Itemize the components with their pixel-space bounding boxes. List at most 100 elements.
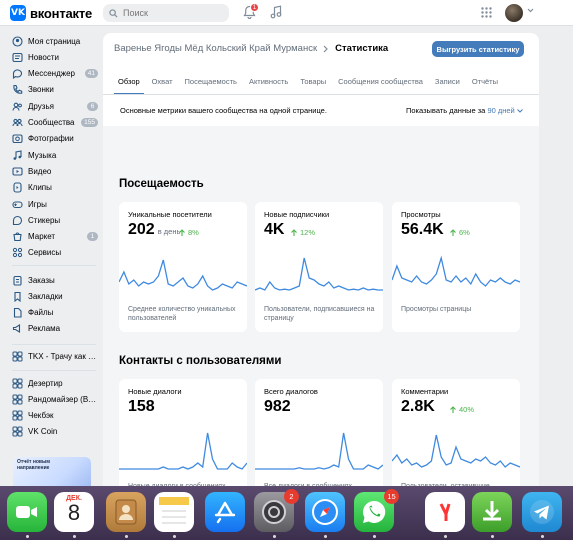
music-icon[interactable] xyxy=(270,5,282,19)
metric-title: Новые диалоги xyxy=(128,387,182,396)
sidebar-item-clips[interactable]: Клипы xyxy=(12,180,98,196)
tab-7[interactable]: Записи xyxy=(431,69,464,95)
search-icon xyxy=(109,8,118,18)
facetime-icon[interactable] xyxy=(7,492,47,532)
metric-change: 6% xyxy=(450,228,470,237)
calendar-day: 8 xyxy=(67,500,81,525)
sidebar-item-stickers[interactable]: Стикеры xyxy=(12,212,98,228)
sidebar-item-orders[interactable]: Заказы xyxy=(12,272,98,288)
metric-card[interactable]: Уникальные посетители 202 в день 8% Среднее … xyxy=(119,202,247,332)
sparkline-line xyxy=(255,432,383,470)
sidebar-item-phone[interactable]: Звонки xyxy=(12,82,98,98)
metric-change: 40% xyxy=(450,405,474,414)
safari-icon[interactable] xyxy=(305,492,345,532)
sidebar-item-label: Реклама xyxy=(28,324,61,334)
tab-6[interactable]: Сообщения сообщества xyxy=(334,69,427,95)
search-box[interactable] xyxy=(103,4,229,22)
sidebar-item-user-circle[interactable]: Моя страница xyxy=(12,33,98,49)
sidebar-item-app[interactable]: Чекбэк xyxy=(12,408,98,424)
sidebar-item-app[interactable]: TKX - Трачу как … xyxy=(12,348,98,364)
sidebar-item-ads[interactable]: Реклама xyxy=(12,321,98,337)
message-icon xyxy=(12,68,23,80)
top-bar: VK вконтакте 1 xyxy=(0,0,573,26)
sidebar-item-label: Клипы xyxy=(28,183,52,193)
tab-5[interactable]: Товары xyxy=(296,69,330,95)
running-indicator xyxy=(173,535,176,538)
metric-title: Уникальные посетители xyxy=(128,210,212,219)
sidebar-item-photo[interactable]: Фотографии xyxy=(12,131,98,147)
period-value[interactable]: 90 дней xyxy=(487,106,514,115)
divider xyxy=(12,370,96,371)
contacts-icon[interactable] xyxy=(106,492,146,532)
running-indicator xyxy=(444,535,447,538)
avatar[interactable] xyxy=(505,4,523,22)
tab-4[interactable]: Активность xyxy=(245,69,292,95)
metric-card[interactable]: Просмотры 56.4K 6% Просмотры страницы xyxy=(392,202,520,332)
metric-number: 2.8K xyxy=(401,398,435,415)
notification-badge: 1 xyxy=(250,3,259,12)
tab-1[interactable]: Обзор xyxy=(114,69,144,95)
orders-icon xyxy=(12,275,23,286)
sparkline-line xyxy=(255,257,383,291)
export-statistics-button[interactable]: Выгрузить статистику xyxy=(432,41,524,57)
sidebar-item-app[interactable]: Дезертир xyxy=(12,375,98,391)
torrent-icon[interactable] xyxy=(472,492,512,532)
sidebar-item-friends[interactable]: Друзья 6 xyxy=(12,98,98,114)
section-title: Контакты с пользователями xyxy=(119,355,282,367)
sidebar-item-label: Фотографии xyxy=(28,134,74,144)
search-input[interactable] xyxy=(123,8,218,18)
sidebar-item-files[interactable]: Файлы xyxy=(12,305,98,321)
sidebar-item-label: Файлы xyxy=(28,308,54,318)
period-selector[interactable]: Показывать данные за 90 дней xyxy=(406,106,523,115)
metric-number: 202 xyxy=(128,221,155,238)
sidebar-item-label: Музыка xyxy=(28,150,57,160)
calendar-icon[interactable]: ДЕК. 8 xyxy=(54,492,94,532)
tab-2[interactable]: Охват xyxy=(148,69,177,95)
page-description: Основные метрики вашего сообщества на од… xyxy=(120,106,327,115)
sidebar-item-label: Сервисы xyxy=(28,248,62,258)
sidebar-item-music[interactable]: Музыка xyxy=(12,147,98,163)
sidebar-item-games[interactable]: Игры xyxy=(12,196,98,212)
sparkline-line xyxy=(119,259,247,291)
tab-3[interactable]: Посещаемость xyxy=(181,69,241,95)
metric-title: Комментарии xyxy=(401,387,449,396)
metric-card[interactable]: Всего диалогов982Все диалоги в сообщения… xyxy=(255,379,383,498)
metric-value: 158 xyxy=(128,398,155,416)
sparkline-chart xyxy=(255,257,383,291)
sidebar-item-news[interactable]: Новости xyxy=(12,49,98,65)
apps-grid-icon[interactable] xyxy=(481,7,492,18)
dock-badge: 15 xyxy=(384,489,399,504)
metric-card[interactable]: Новые диалоги158Новые диалоги в сообщени… xyxy=(119,379,247,498)
vk-logo[interactable]: VK вконтакте xyxy=(10,5,92,21)
photo-icon xyxy=(12,133,23,144)
metric-caption: Среднее количество уникальных пользовате… xyxy=(128,306,236,322)
sidebar-item-label: Маркет xyxy=(28,232,56,242)
appstore-icon[interactable] xyxy=(205,492,245,532)
notes-icon[interactable] xyxy=(154,492,194,532)
tab-bar: Обзор Охват Посещаемость Активность Товары Со… xyxy=(114,69,506,95)
metric-unit: в день xyxy=(157,227,181,236)
sidebar-item-app[interactable]: VK Coin xyxy=(12,424,98,440)
counter-badge: 1 xyxy=(87,232,98,242)
sidebar-item-bookmark[interactable]: Закладки xyxy=(12,288,98,304)
metric-card[interactable]: Комментарии2.8K40%Пользователи, оставивш… xyxy=(392,379,520,498)
sparkline-chart xyxy=(119,432,247,470)
sidebar-item-communities[interactable]: Сообщества 155 xyxy=(12,115,98,131)
metric-change-value: 8% xyxy=(188,228,199,237)
metric-card[interactable]: Новые подписчики 4K 12% Пользователи, подпи… xyxy=(255,202,383,332)
sidebar-item-app[interactable]: Рандомайзер (В… xyxy=(12,391,98,407)
arrow-up-icon xyxy=(291,229,297,236)
metric-change-value: 40% xyxy=(459,405,475,414)
metric-change: 8% xyxy=(179,228,199,237)
page-title: Статистика xyxy=(335,43,389,54)
sidebar-item-message[interactable]: Мессенджер 41 xyxy=(12,66,98,82)
sidebar-item-services[interactable]: Сервисы xyxy=(12,245,98,261)
tab-8[interactable]: Отчёты xyxy=(468,69,502,95)
telegram-icon[interactable] xyxy=(522,492,562,532)
breadcrumb-community[interactable]: Варенье Ягоды Мёд Кольский Край Мурманск xyxy=(114,43,317,54)
chevron-down-icon[interactable] xyxy=(527,8,534,13)
yandex-icon[interactable] xyxy=(425,492,465,532)
sparkline-chart xyxy=(255,432,383,470)
sidebar-item-video[interactable]: Видео xyxy=(12,163,98,179)
sidebar-item-market[interactable]: Маркет 1 xyxy=(12,229,98,245)
